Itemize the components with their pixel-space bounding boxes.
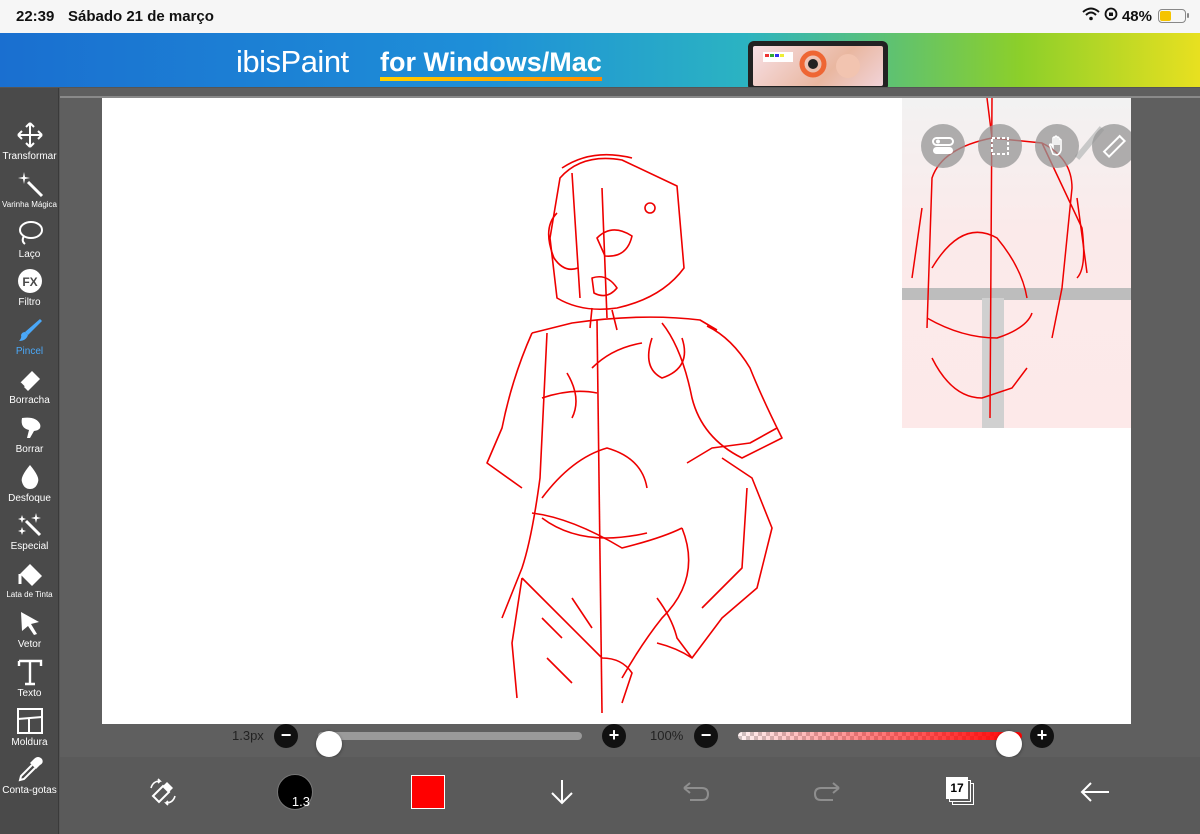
status-bar: 22:39 Sábado 21 de março 48% [0,0,1200,33]
tool-smudge[interactable]: Borrar [0,413,59,461]
battery-icon [1158,9,1189,23]
tool-label: Varinha Mágica [2,199,57,209]
tool-label: Filtro [18,297,41,309]
battery-fill [1160,11,1171,21]
canvas-top-edge [60,96,1200,98]
tool-frame[interactable]: Moldura [0,706,59,754]
brush-size-value: 1.3px [232,728,264,743]
drawing-canvas[interactable] [102,98,1131,724]
tool-special[interactable]: Especial [0,510,59,558]
ad-banner[interactable]: ibisPaint for Windows/Mac [0,33,1200,87]
tool-label: Borracha [9,395,50,406]
text-t-icon [15,657,45,687]
brush-icon [15,315,45,345]
brush-size-increase-button[interactable]: + [602,724,626,748]
lasso-icon [15,218,45,248]
brush-opacity-slider[interactable] [738,731,1022,757]
status-time: 22:39 [16,8,55,25]
brush-size-badge: 1.3 [291,794,310,809]
fx-icon: FX [15,266,45,296]
back-arrow-icon[interactable] [1070,767,1120,817]
tool-label: Moldura [11,736,48,748]
banner-tagline: for Windows/Mac [380,47,602,81]
tool-bucket[interactable]: Lata de Tinta [0,559,59,607]
redo-icon[interactable] [803,767,853,817]
sparkle-icon [15,510,45,540]
brush-opacity-increase-button[interactable]: + [1030,724,1054,748]
magic-wand-icon [15,169,45,199]
tool-label: Desfoque [8,492,51,504]
tool-label: Conta-gotas [2,785,57,797]
eyedropper-icon [15,754,45,784]
tool-label: Lata de Tinta [6,590,53,600]
selection-icon[interactable] [978,124,1022,168]
tool-filter[interactable]: FX Filtro [0,266,59,314]
bottom-toolbar: 1.3 17 [60,757,1200,834]
move-arrows-icon [15,120,45,150]
tool-label: Transformar [2,151,57,162]
tool-magic-wand[interactable]: Varinha Mágica [0,169,59,217]
tool-blur[interactable]: Desfoque [0,462,59,510]
canvas-area[interactable] [60,88,1200,757]
download-arrow-icon[interactable] [537,767,587,817]
ibispaint-screen: 22:39 Sábado 21 de março 48% ibisPaint f… [0,0,1200,834]
brush-size-knob[interactable] [316,731,342,757]
slider-row: 1.3px − + 100% − + [60,724,1200,757]
hand-icon[interactable] [1035,124,1079,168]
orientation-lock-icon [1104,7,1118,25]
tool-label: Borrar [15,443,44,455]
sketch-drawing [486,153,783,714]
swap-tool-icon[interactable] [138,767,188,817]
frame-icon [15,706,45,736]
brush-preview-icon[interactable]: 1.3 [270,767,320,817]
tool-vector[interactable]: Vetor [0,608,59,656]
tool-label: Vetor [17,639,42,650]
brush-opacity-knob[interactable] [996,731,1022,757]
svg-text:FX: FX [22,275,37,289]
status-indicators: 48% [1082,7,1189,25]
tool-label: Pincel [15,346,44,358]
layers-count: 17 [946,777,968,799]
cursor-arrow-icon [15,608,45,638]
wifi-icon [1082,7,1100,25]
tool-lasso[interactable]: Laço [0,218,59,266]
tool-transform[interactable]: Transformar [0,120,59,168]
toggle-icon[interactable] [921,124,965,168]
undo-icon[interactable] [670,767,720,817]
status-date: Sábado 21 de março [68,8,214,25]
brush-size-slider[interactable] [316,731,582,757]
tool-eyedropper[interactable]: Conta-gotas [0,754,59,802]
eraser-icon [15,364,45,394]
battery-percent: 48% [1121,7,1152,25]
tool-label: Especial [10,541,49,553]
ruler-icon[interactable] [1092,124,1131,168]
brush-opacity-decrease-button[interactable]: − [694,724,718,748]
color-swatch-icon[interactable] [403,767,453,817]
tool-brush[interactable]: Pincel [0,315,59,363]
smudge-icon [15,413,45,443]
brush-size-decrease-button[interactable]: − [274,724,298,748]
drop-icon [15,462,45,492]
brush-opacity-value: 100% [650,728,684,743]
tool-label: Texto [17,687,42,699]
banner-logo: ibisPaint [236,44,349,79]
tool-palette: Transformar Varinha Mágica Laço FX Filtro Pin… [0,88,59,834]
paint-bucket-icon [15,559,45,589]
layers-icon[interactable]: 17 [936,767,986,817]
tool-eraser[interactable]: Borracha [0,364,59,412]
banner-device-image [748,41,888,87]
tool-label: Laço [18,248,41,260]
tool-text[interactable]: Texto [0,657,59,705]
